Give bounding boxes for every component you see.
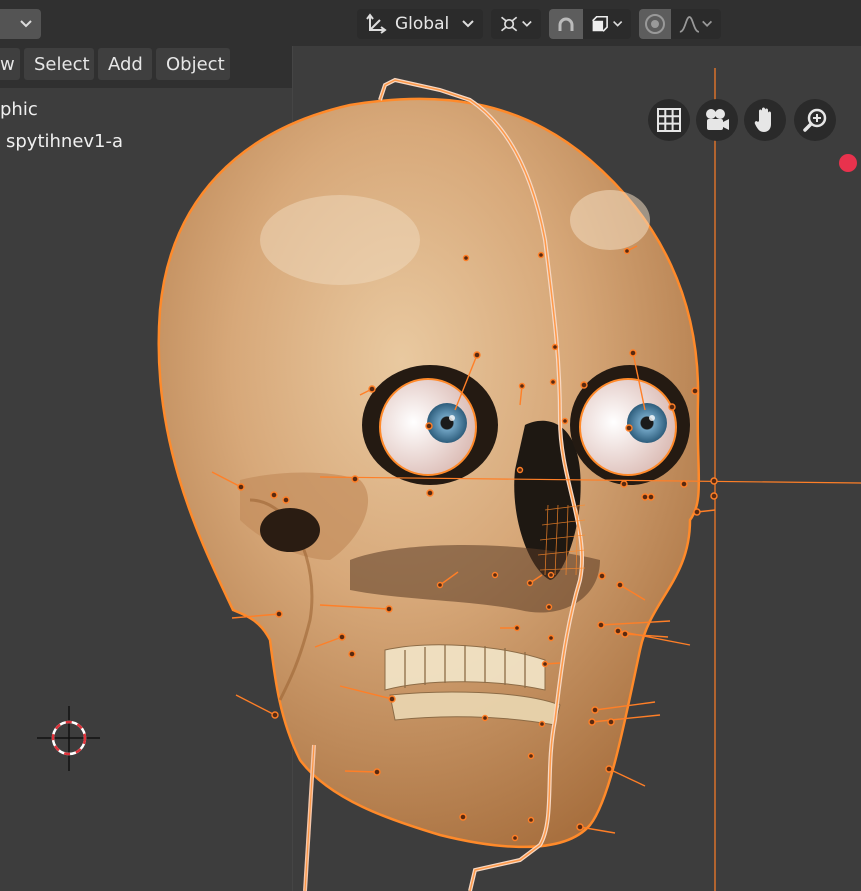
neck-rod: [303, 744, 316, 891]
right-eye: [579, 378, 677, 476]
camera-icon: [706, 109, 729, 130]
hand-icon: [754, 107, 771, 132]
menu-object[interactable]: Object: [156, 48, 230, 80]
snap-target-dropdown[interactable]: [583, 9, 631, 39]
menu-view[interactable]: w: [0, 48, 20, 80]
orientation-label: Global: [395, 14, 450, 34]
transform-orientation-dropdown[interactable]: Global: [357, 9, 483, 39]
chevron-down-icon: [462, 20, 474, 28]
falloff-dropdown[interactable]: [671, 9, 721, 39]
chevron-down-icon: [522, 20, 532, 27]
3d-cursor-icon: [37, 706, 100, 771]
nose-lattice: [537, 504, 586, 576]
proportional-edit-icon: [645, 14, 665, 34]
snap-cube-icon: [592, 15, 608, 32]
left-eye: [379, 378, 477, 476]
pan-view-button[interactable]: [744, 99, 786, 141]
pivot-point-dropdown[interactable]: [491, 9, 541, 39]
skull-model: [157, 97, 701, 849]
menu-add[interactable]: Add: [98, 48, 152, 80]
falloff-curve-icon: [679, 16, 700, 33]
chevron-down-icon: [701, 20, 712, 27]
magnet-icon: [558, 17, 574, 31]
auto-keying-indicator: [839, 154, 857, 172]
control-points: [211, 245, 718, 842]
zoom-view-button[interactable]: [794, 99, 836, 141]
menu-select[interactable]: Select: [24, 48, 94, 80]
orientation-icon: [366, 13, 387, 34]
chevron-down-icon: [612, 21, 622, 27]
zoom-icon: [803, 108, 827, 132]
panel-divider: [292, 46, 293, 891]
snap-toggle[interactable]: [549, 9, 583, 39]
axis-horizontal: [319, 476, 861, 484]
proportional-edit-toggle[interactable]: [639, 9, 671, 39]
pivot-icon: [500, 16, 518, 32]
active-object-name: spytihnev1-a: [6, 131, 124, 152]
midline-curve: [378, 77, 585, 891]
chevron-down-icon: [20, 20, 32, 28]
grid-icon: [657, 108, 681, 132]
teeth: [384, 644, 561, 726]
view-mode-text: phic: [0, 99, 38, 120]
toggle-camera-view-grid-button[interactable]: [648, 99, 690, 141]
mode-dropdown[interactable]: [0, 9, 41, 39]
camera-view-button[interactable]: [696, 99, 738, 141]
